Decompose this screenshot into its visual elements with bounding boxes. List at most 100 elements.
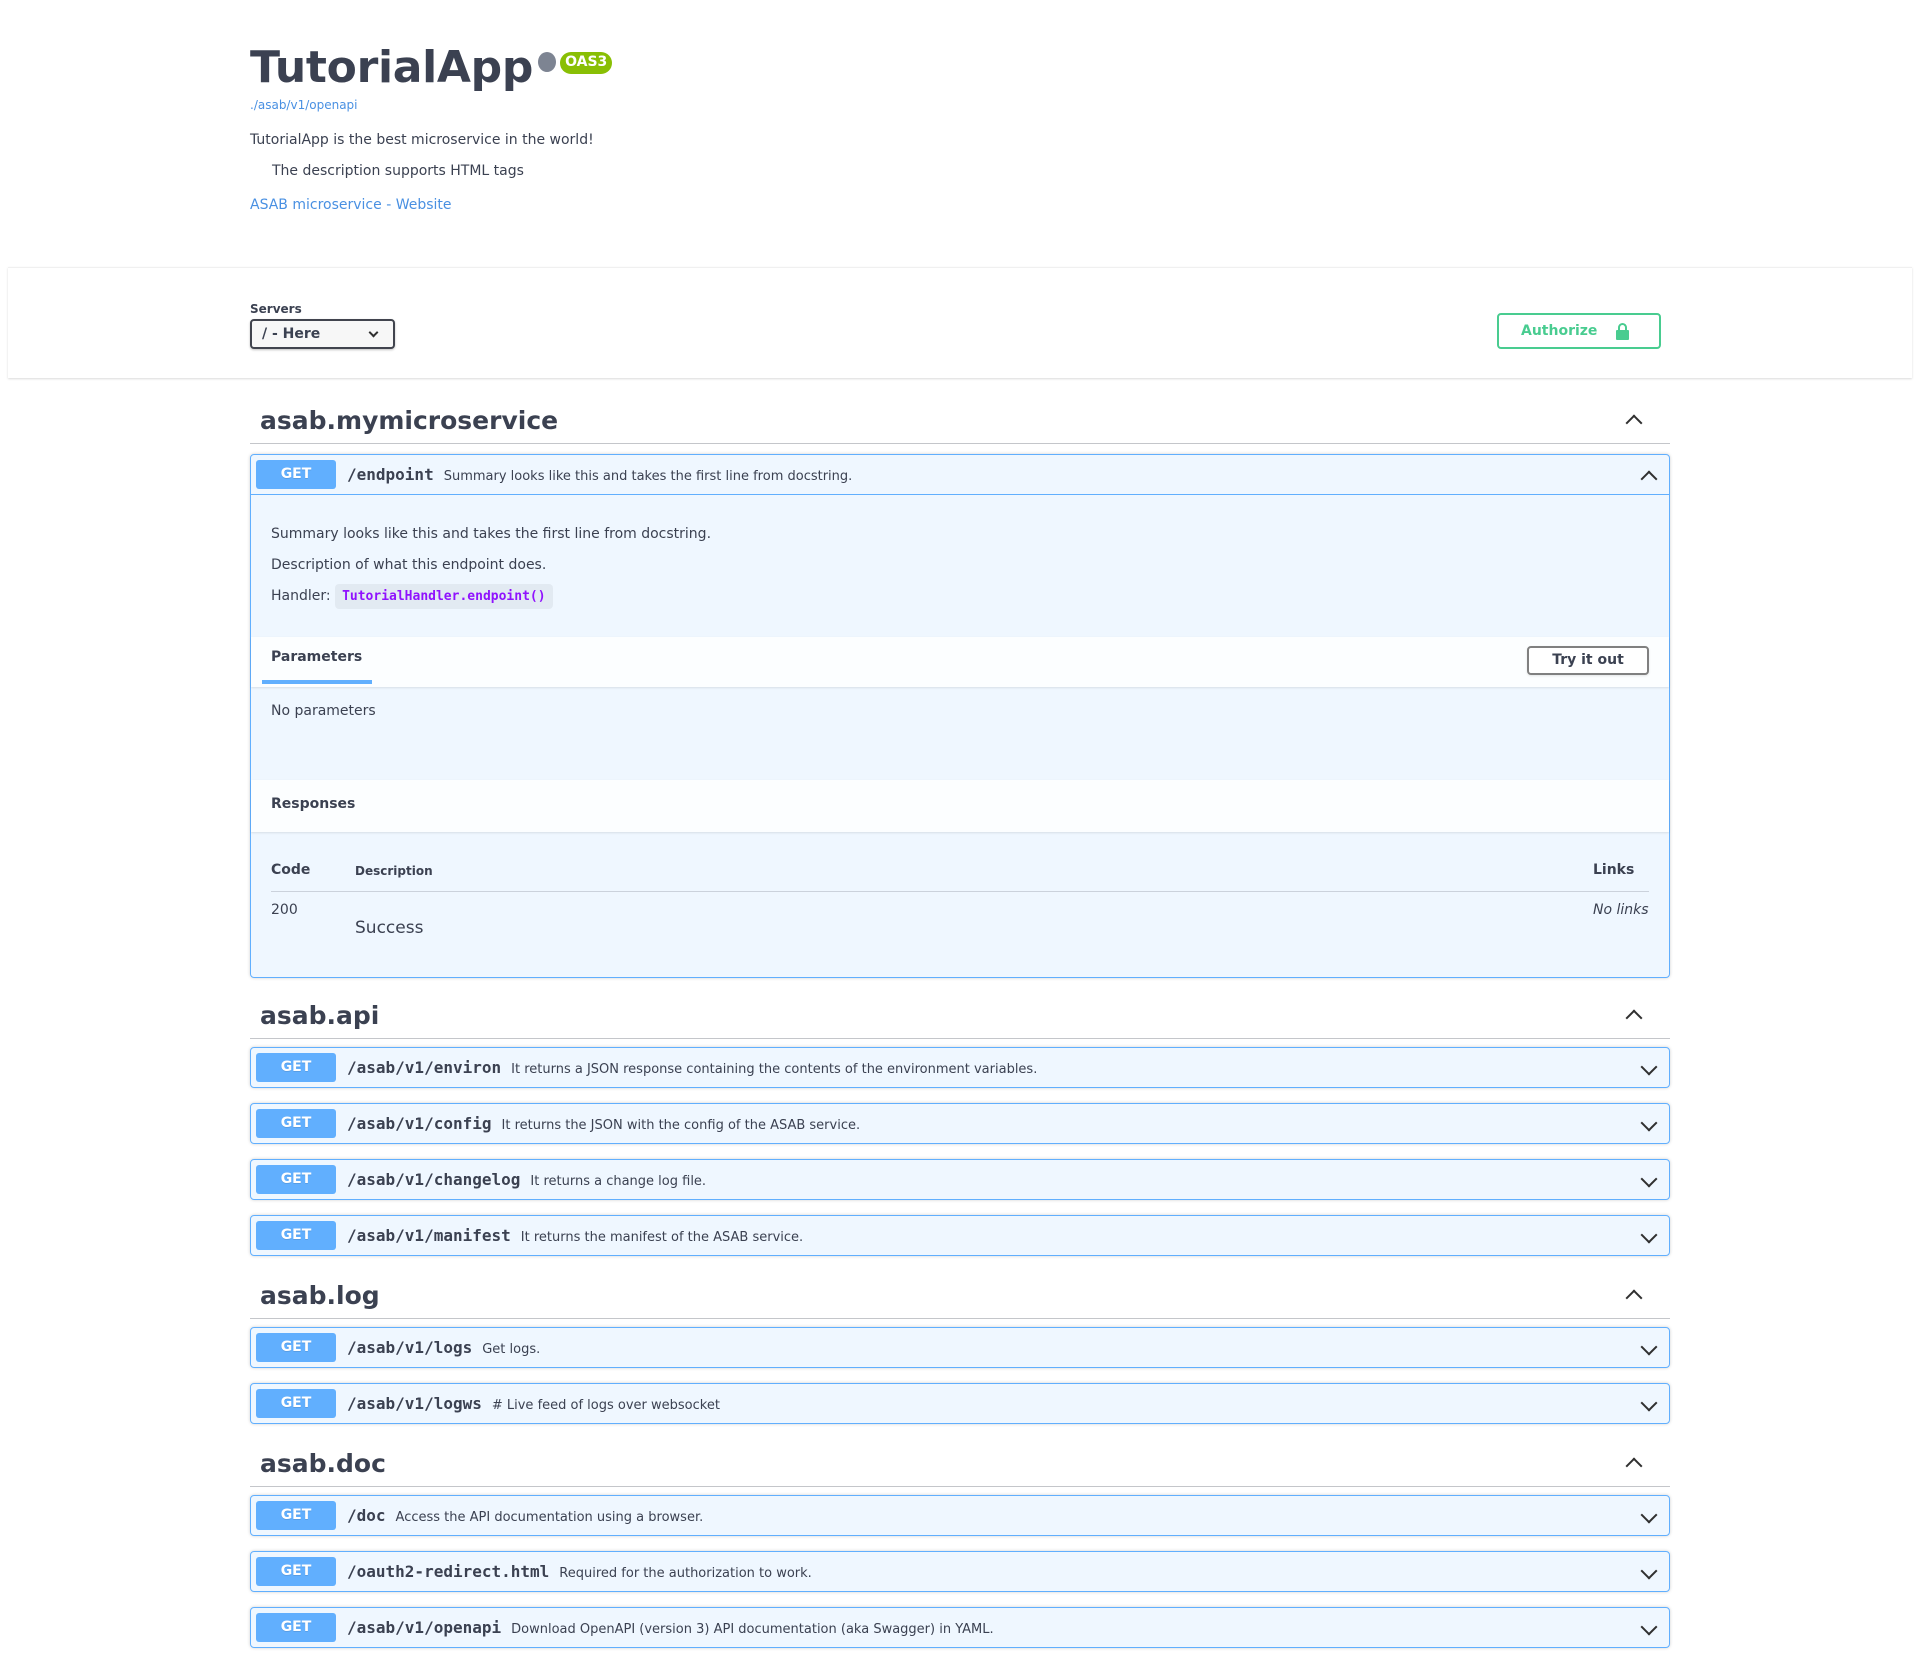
operation-path-wrap: /asab/v1/manifest It returns the manifest… <box>347 1216 803 1255</box>
operation-path-wrap: /oauth2-redirect.html Required for the au… <box>347 1552 812 1591</box>
lock-icon <box>1616 322 1630 340</box>
operation-get-environ[interactable]: GET /asab/v1/environ It returns a JSON re… <box>250 1047 1670 1088</box>
chevron-up-icon[interactable] <box>1625 414 1643 432</box>
chevron-down-icon[interactable] <box>1640 1618 1658 1636</box>
authorize-button[interactable]: Authorize <box>1497 313 1661 349</box>
operation-summary: Access the API documentation using a bro… <box>395 1510 704 1525</box>
col-links: Links <box>1593 862 1635 878</box>
operation-expanded: GET /endpoint Summary looks like this and… <box>250 454 1670 978</box>
chevron-up-icon[interactable] <box>1625 1009 1643 1027</box>
tag-header-mymicroservice[interactable]: asab.mymicroservice <box>250 399 1670 444</box>
operation-path: /endpoint <box>347 465 434 484</box>
try-it-out-button[interactable]: Try it out <box>1527 646 1649 675</box>
operation-summary: It returns a JSON response containing th… <box>511 1062 1038 1077</box>
chevron-down-icon[interactable] <box>1640 1506 1658 1524</box>
chevron-up-icon[interactable] <box>1625 1457 1643 1475</box>
operation-path-wrap: /endpoint Summary looks like this and tak… <box>347 455 852 494</box>
operation-get-manifest[interactable]: GET /asab/v1/manifest It returns the mani… <box>250 1215 1670 1256</box>
operation-get-changelog[interactable]: GET /asab/v1/changelog It returns a chang… <box>250 1159 1670 1200</box>
method-badge: GET <box>256 1613 336 1642</box>
tag-name: asab.mymicroservice <box>260 406 559 435</box>
operation-summary: It returns the JSON with the config of t… <box>501 1118 861 1133</box>
tag-name: asab.log <box>260 1281 380 1310</box>
servers-select[interactable]: / - Here <box>250 319 395 349</box>
handler-label: Handler: <box>271 588 331 604</box>
chevron-down-icon[interactable] <box>1640 1338 1658 1356</box>
operation-get-logs[interactable]: GET /asab/v1/logs Get logs. <box>250 1327 1670 1368</box>
chevron-down-icon[interactable] <box>1640 1058 1658 1076</box>
api-info: TutorialApp OAS3 ./asab/v1/openapi Tutor… <box>250 40 1670 214</box>
responses-divider <box>271 891 1649 892</box>
servers-selected-value: / - Here <box>262 326 321 342</box>
operation-path: /asab/v1/config <box>347 1114 492 1133</box>
chevron-down-icon[interactable] <box>1640 1226 1658 1244</box>
method-badge: GET <box>256 1557 336 1586</box>
response-links: No links <box>1593 902 1649 918</box>
website-link[interactable]: ASAB microservice - Website <box>250 196 1670 214</box>
chevron-down-icon[interactable] <box>1640 1394 1658 1412</box>
chevron-up-icon[interactable] <box>1640 470 1658 488</box>
method-badge: GET <box>256 1053 336 1082</box>
handler-code: TutorialHandler.endpoint() <box>335 584 553 609</box>
tag-header-api[interactable]: asab.api <box>250 994 1670 1039</box>
operation-path: /asab/v1/manifest <box>347 1226 511 1245</box>
operation-path: /asab/v1/changelog <box>347 1170 521 1189</box>
parameters-header: Parameters Try it out <box>251 637 1669 687</box>
operation-path-wrap: /asab/v1/changelog It returns a change lo… <box>347 1160 706 1199</box>
tag-name: asab.api <box>260 1001 380 1030</box>
version-badge <box>538 52 557 72</box>
operation-summary: Summary looks like this and takes the fi… <box>443 469 853 484</box>
api-description: TutorialApp is the best microservice in … <box>250 132 594 148</box>
chevron-up-icon[interactable] <box>1625 1289 1643 1307</box>
method-badge: GET <box>256 460 336 489</box>
responses-title: Responses <box>271 796 356 812</box>
chevron-down-icon[interactable] <box>1640 1170 1658 1188</box>
operation-path-wrap: /doc Access the API documentation using a… <box>347 1496 703 1535</box>
spec-url-link[interactable]: ./asab/v1/openapi <box>250 98 1670 112</box>
title-row: TutorialApp OAS3 <box>250 40 1670 96</box>
method-badge: GET <box>256 1389 336 1418</box>
method-badge: GET <box>256 1221 336 1250</box>
operation-summary: Get logs. <box>482 1342 541 1357</box>
operation-get-oauth2-redirect[interactable]: GET /oauth2-redirect.html Required for th… <box>250 1551 1670 1592</box>
operation-summary-text: Summary looks like this and takes the fi… <box>271 526 712 542</box>
operation-description-text: Description of what this endpoint does. <box>271 557 547 573</box>
page-title: TutorialApp <box>250 42 534 93</box>
chevron-down-icon <box>368 327 379 337</box>
response-description: Success <box>355 918 424 938</box>
chevron-down-icon[interactable] <box>1640 1562 1658 1580</box>
method-badge: GET <box>256 1501 336 1530</box>
operation-summary-bar[interactable]: GET /endpoint Summary looks like this and… <box>251 455 1669 495</box>
tab-underline <box>262 680 372 684</box>
operation-summary: # Live feed of logs over websocket <box>491 1398 720 1413</box>
tag-name: asab.doc <box>260 1449 386 1478</box>
operation-path: /asab/v1/openapi <box>347 1618 502 1637</box>
operation-get-openapi[interactable]: GET /asab/v1/openapi Download OpenAPI (ve… <box>250 1607 1670 1648</box>
authorize-label: Authorize <box>1521 323 1598 339</box>
operation-summary: It returns the manifest of the ASAB serv… <box>520 1230 804 1245</box>
operation-path: /asab/v1/logs <box>347 1338 473 1357</box>
tag-header-log[interactable]: asab.log <box>250 1274 1670 1319</box>
api-description-html: The description supports HTML tags <box>272 163 524 179</box>
chevron-down-icon[interactable] <box>1640 1114 1658 1132</box>
col-code: Code <box>271 862 311 878</box>
operation-path: /asab/v1/environ <box>347 1058 502 1077</box>
oas-badge: OAS3 <box>560 52 613 74</box>
operation-get-config[interactable]: GET /asab/v1/config It returns the JSON w… <box>250 1103 1670 1144</box>
operation-get-doc[interactable]: GET /doc Access the API documentation usi… <box>250 1495 1670 1536</box>
operation-path-wrap: /asab/v1/logws # Live feed of logs over w… <box>347 1384 720 1423</box>
method-badge: GET <box>256 1109 336 1138</box>
tag-header-doc[interactable]: asab.doc <box>250 1442 1670 1487</box>
operation-path: /oauth2-redirect.html <box>347 1562 550 1581</box>
operation-path-wrap: /asab/v1/logs Get logs. <box>347 1328 540 1367</box>
method-badge: GET <box>256 1333 336 1362</box>
method-badge: GET <box>256 1165 336 1194</box>
operation-summary: Required for the authorization to work. <box>559 1566 812 1581</box>
tab-parameters[interactable]: Parameters <box>271 649 362 665</box>
operation-summary: It returns a change log file. <box>530 1174 707 1189</box>
operation-path-wrap: /asab/v1/openapi Download OpenAPI (versio… <box>347 1608 994 1647</box>
operation-path-wrap: /asab/v1/config It returns the JSON with … <box>347 1104 860 1143</box>
operation-path: /asab/v1/logws <box>347 1394 482 1413</box>
no-parameters-text: No parameters <box>271 703 376 719</box>
operation-get-logws[interactable]: GET /asab/v1/logws # Live feed of logs ov… <box>250 1383 1670 1424</box>
